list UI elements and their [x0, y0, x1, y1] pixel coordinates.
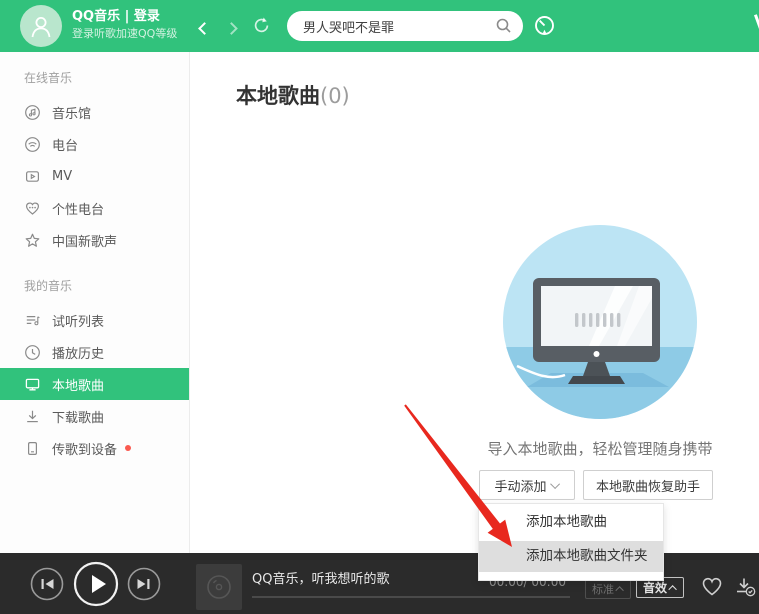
- app-login-title: QQ音乐 | 登录: [72, 9, 160, 24]
- chevron-up-icon: [615, 586, 624, 595]
- section-label-online-music: 在线音乐: [24, 71, 73, 85]
- page-title-count: (0): [320, 84, 350, 108]
- download-icon: [24, 408, 41, 425]
- sidebar-item-radio[interactable]: 电台: [0, 128, 189, 160]
- play-icon: [73, 561, 119, 607]
- disc-icon: [207, 575, 231, 599]
- device-icon: [24, 440, 41, 457]
- chevron-up-icon: [668, 584, 677, 594]
- notification-dot: [125, 445, 132, 451]
- heart-radio-icon: [24, 200, 41, 217]
- forward-chevron-icon: [225, 22, 238, 35]
- sidebar-item-local-songs[interactable]: 本地歌曲: [0, 368, 189, 400]
- sidebar-item-transfer-to-device[interactable]: 传歌到设备: [0, 432, 189, 464]
- sidebar-item-label: 试听列表: [52, 314, 105, 330]
- album-art-placeholder[interactable]: [196, 564, 242, 610]
- empty-state-caption: 导入本地歌曲，轻松管理随身携带: [487, 440, 713, 458]
- search-box: [287, 11, 523, 41]
- forward-button[interactable]: [225, 18, 243, 35]
- refresh-icon: [254, 17, 269, 33]
- download-song-button[interactable]: [733, 575, 757, 603]
- sidebar-item-label: MV: [52, 168, 73, 184]
- radio-icon: [24, 136, 41, 153]
- song-title: QQ音乐，听我想听的歌: [252, 572, 390, 587]
- favorite-button[interactable]: [700, 575, 724, 603]
- sidebar: 在线音乐 音乐馆 电台 MV 个性电台 中国新歌声 我的音乐 试听列表 播放历史…: [0, 52, 190, 553]
- sidebar-item-label: 本地歌曲: [52, 378, 105, 394]
- speed-gauge-button[interactable]: [533, 14, 556, 41]
- back-button[interactable]: [196, 18, 212, 35]
- sidebar-item-label: 音乐馆: [52, 106, 92, 122]
- sidebar-item-label: 下载歌曲: [52, 410, 105, 426]
- computer-illustration: [503, 225, 697, 419]
- sidebar-item-play-history[interactable]: 播放历史: [0, 336, 189, 368]
- chevron-down-icon: [549, 478, 560, 489]
- music-hall-icon: [24, 104, 41, 121]
- page-title: 本地歌曲(0): [236, 80, 350, 110]
- download-check-icon: [737, 578, 756, 597]
- manual-add-button[interactable]: 手动添加: [479, 470, 575, 500]
- manual-add-dropdown: 添加本地歌曲 添加本地歌曲文件夹: [478, 503, 664, 581]
- header-bar: QQ音乐 | 登录 登录听歌加速QQ等级: [0, 0, 759, 52]
- previous-track-button[interactable]: [30, 567, 64, 605]
- search-input[interactable]: [303, 18, 495, 34]
- sidebar-item-label: 播放历史: [52, 346, 105, 362]
- sidebar-item-mv[interactable]: MV: [0, 160, 189, 192]
- avatar-person-icon: [31, 17, 51, 38]
- mv-icon: [24, 168, 41, 185]
- avatar[interactable]: [20, 5, 62, 47]
- section-label-my-music: 我的音乐: [24, 279, 73, 293]
- login-title-block[interactable]: QQ音乐 | 登录 登录听歌加速QQ等级: [72, 8, 177, 42]
- effect-label: 音效: [643, 581, 668, 595]
- sidebar-item-personal-radio[interactable]: 个性电台: [0, 192, 189, 224]
- sidebar-item-new-voice[interactable]: 中国新歌声: [0, 224, 189, 256]
- page-title-text: 本地歌曲: [236, 84, 320, 108]
- quality-button[interactable]: 标准: [585, 579, 631, 599]
- menu-item-add-local-folder[interactable]: 添加本地歌曲文件夹: [479, 541, 663, 572]
- qq-music-window: QQ音乐 | 登录 登录听歌加速QQ等级 男人哭吧不是罪 在线音乐 音乐馆 电台…: [0, 0, 759, 614]
- progress-bar[interactable]: [252, 596, 570, 598]
- gauge-icon: [535, 16, 554, 35]
- menu-item-add-local-songs[interactable]: 添加本地歌曲: [479, 504, 663, 541]
- next-track-button[interactable]: [127, 567, 161, 605]
- action-buttons: 手动添加 本地歌曲恢复助手: [479, 470, 713, 500]
- playlist-icon: [24, 312, 41, 329]
- next-track-icon: [127, 567, 161, 601]
- search-icon[interactable]: [495, 17, 513, 35]
- sidebar-item-label: 中国新歌声: [52, 234, 118, 250]
- manual-add-label: 手动添加: [494, 479, 547, 495]
- sidebar-item-music-hall[interactable]: 音乐馆: [0, 96, 189, 128]
- restore-helper-label: 本地歌曲恢复助手: [595, 479, 700, 495]
- heart-icon: [702, 577, 722, 596]
- refresh-button[interactable]: [252, 16, 269, 33]
- sidebar-item-label: 个性电台: [52, 202, 105, 218]
- play-button[interactable]: [73, 561, 119, 611]
- quality-label: 标准: [592, 583, 614, 596]
- monitor-icon: [24, 376, 41, 393]
- login-subtitle: 登录听歌加速QQ等级: [72, 27, 178, 40]
- restore-helper-button[interactable]: 本地歌曲恢复助手: [583, 470, 713, 500]
- sidebar-item-downloaded-songs[interactable]: 下载歌曲: [0, 400, 189, 432]
- empty-state-illustration: [503, 225, 697, 419]
- previous-track-icon: [30, 567, 64, 601]
- sidebar-item-label: 传歌到设备: [52, 442, 118, 458]
- clock-icon: [24, 344, 41, 361]
- window-edge-glyph: [753, 14, 759, 38]
- star-icon: [24, 232, 41, 249]
- sidebar-item-audition-list[interactable]: 试听列表: [0, 304, 189, 336]
- back-chevron-icon: [198, 22, 211, 35]
- sidebar-item-label: 电台: [52, 138, 79, 154]
